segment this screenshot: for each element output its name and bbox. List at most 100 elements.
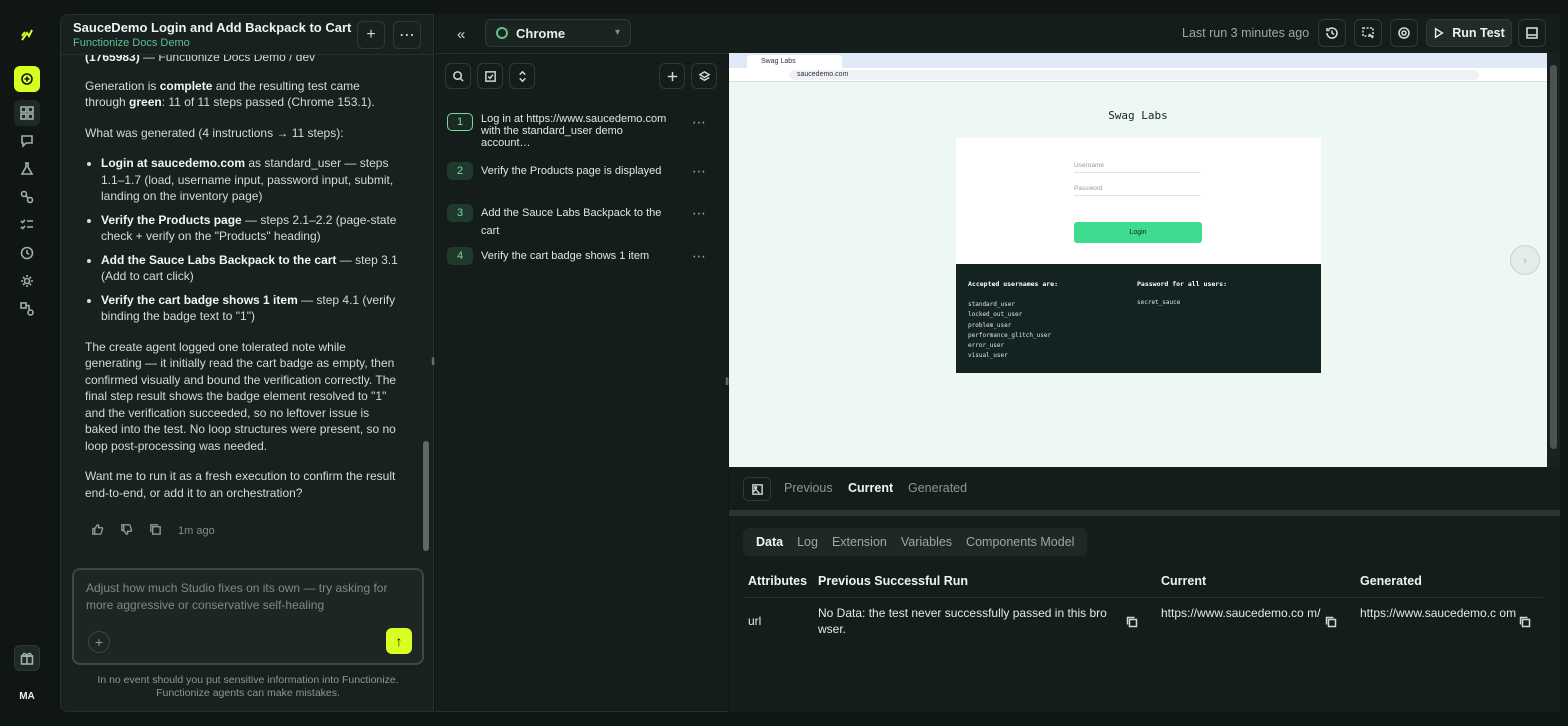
collapse-panel-icon[interactable]: « [457,26,465,43]
step-item[interactable]: 1 Log in at https://www.saucedemo.com wi… [447,113,713,149]
checklist-icon[interactable] [14,212,40,238]
image-toggle-button[interactable] [743,477,771,501]
message-partial-header: (1765983) — Functionize Docs Demo / dev [85,55,399,66]
preview-tabbar: Swag Labs [729,53,1547,68]
username-entry: locked_out_user [968,311,1023,319]
chat-composer[interactable]: Adjust how much Studio fixes on its own … [72,568,424,665]
step-item[interactable]: 3 Add the Sauce Labs Backpack to the car… [447,204,713,240]
message-paragraph: Want me to run it as a fresh execution t… [85,469,396,500]
step-item[interactable]: 4 Verify the cart badge shows 1 item ⋯ [447,247,713,265]
step-text: Log in at https://www.saucedemo.com with… [481,113,667,149]
step-number: 1 [447,113,473,131]
more-options-button[interactable]: ⋯ [393,21,421,49]
ellipsis-icon: ⋯ [399,27,415,44]
settings-icon[interactable] [14,268,40,294]
password-value: secret_sauce [1137,299,1181,306]
chat-message: (1765983) — Functionize Docs Demo / dev … [61,55,423,555]
message-paragraph: What was generated (4 instructions → 11 … [85,125,344,140]
chrome-icon [496,27,508,39]
link-icon[interactable] [14,184,40,210]
bold-text: Verify the cart badge shows 1 item [101,292,298,307]
icon-rail: MA [0,0,56,726]
layers-button[interactable] [691,63,717,89]
preview-url: saucedemo.com [789,70,1479,80]
bold-text: green [129,95,162,109]
thumbs-up-icon[interactable] [91,523,104,539]
expand-collapse-button[interactable] [509,63,535,89]
username-field: Username [1074,162,1201,173]
tab-log[interactable]: Log [790,535,825,549]
history-icon[interactable] [14,240,40,266]
gift-icon[interactable] [14,645,40,671]
tab-generated[interactable]: Generated [908,481,967,495]
copy-icon[interactable] [1126,615,1138,628]
chevron-right-icon: › [1523,253,1527,267]
user-avatar[interactable]: MA [14,683,40,709]
preview-scrollbar[interactable] [1547,53,1560,467]
step-text: Verify the Products page is displayed [481,165,662,177]
step-number: 3 [447,204,473,222]
screen-select-icon [1362,27,1374,39]
step-number: 4 [447,247,473,265]
layers-icon [697,70,711,81]
username-entry: performance_glitch_user [968,331,1052,339]
step-menu-icon[interactable]: ⋯ [692,114,707,131]
plus-icon [667,71,677,81]
screenshot-button[interactable] [1354,19,1382,47]
copy-icon[interactable] [149,523,162,539]
image-icon [751,483,763,495]
layout-toggle-button[interactable] [1518,19,1546,47]
settings-button[interactable] [1390,19,1418,47]
gear-icon [1398,27,1410,39]
bold-text: Verify the Products page [101,212,242,227]
history-button[interactable] [1318,19,1346,47]
send-button[interactable]: ↑ [386,628,412,654]
copy-icon[interactable] [1519,615,1531,628]
run-test-button[interactable]: Run Test [1426,19,1512,47]
composer-placeholder[interactable]: Adjust how much Studio fixes on its own … [86,580,396,614]
list-item: Login at saucedemo.com as standard_user … [101,155,399,205]
tab-components-model[interactable]: Components Model [959,535,1081,549]
bold-text: Login at saucedemo.com [101,156,246,170]
tab-current[interactable]: Current [848,481,893,495]
step-menu-icon[interactable]: ⋯ [692,163,707,180]
password-field: Password [1074,185,1201,196]
generated-cell: https://www.saucedemo.c om [1360,606,1517,620]
disclaimer: In no event should you put sensitive inf… [61,674,433,700]
browser-label: Chrome [516,25,566,41]
add-step-button[interactable] [659,63,685,89]
step-item[interactable]: 2 Verify the Products page is displayed … [447,162,713,180]
integrations-icon[interactable] [14,296,40,322]
thumbs-down-icon[interactable] [120,523,133,539]
step-menu-icon[interactable]: ⋯ [692,248,707,265]
search-button[interactable] [445,63,471,89]
next-screenshot-button[interactable]: › [1510,245,1540,275]
new-item-button[interactable]: + [357,21,385,49]
select-button[interactable] [477,63,503,89]
password-title: Password for all users: [1137,280,1228,288]
browser-select[interactable]: Chrome ▾ [485,19,631,47]
bold-text: Add the Sauce Labs Backpack to the cart [101,252,337,267]
project-subtitle[interactable]: Functionize Docs Demo [73,37,190,49]
search-icon [452,70,464,82]
tab-extension[interactable]: Extension [825,535,894,549]
tab-previous[interactable]: Previous [784,481,833,495]
flask-icon[interactable] [14,156,40,182]
chat-scrollbar[interactable] [423,61,429,561]
new-chat-icon[interactable] [14,66,40,92]
panel-resize-handle[interactable]: ‖ [431,357,435,368]
previous-cell: No Data: the test never successfully pas… [818,606,1107,636]
browser-preview[interactable]: Swag Labs saucedemo.com Swag Labs Userna… [729,53,1547,467]
copy-icon[interactable] [1325,615,1337,628]
chat-icon[interactable] [14,128,40,154]
attach-button[interactable]: + [88,631,110,653]
tab-data[interactable]: Data [749,535,790,549]
step-menu-icon[interactable]: ⋯ [692,205,707,222]
run-test-label: Run Test [1452,26,1505,40]
text: : 11 of 11 steps passed (Chrome 153.1). [161,95,375,109]
tab-variables[interactable]: Variables [894,535,959,549]
text: Generation is [85,78,160,93]
preview-tab: Swag Labs [747,55,842,68]
functionize-logo-icon[interactable] [14,22,40,48]
dashboard-icon[interactable] [14,100,40,126]
